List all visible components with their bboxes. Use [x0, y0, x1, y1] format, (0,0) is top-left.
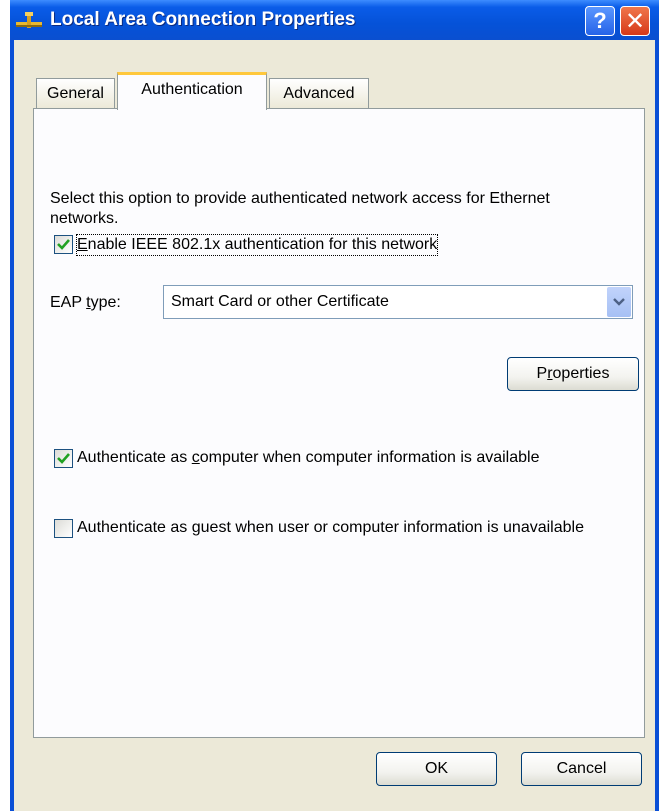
cancel-button[interactable]: Cancel [521, 752, 642, 786]
window-title: Local Area Connection Properties [50, 9, 356, 30]
close-icon: ✕ [624, 7, 646, 35]
enable-8021x-checkbox[interactable] [54, 235, 73, 254]
dropdown-button[interactable] [607, 287, 631, 317]
auth-as-guest-checkbox[interactable] [54, 519, 73, 538]
tab-authentication[interactable]: Authentication [117, 72, 267, 110]
help-icon: ? [593, 8, 607, 33]
eap-type-label: EAP type: [50, 294, 121, 311]
dialog-client-area: General Authentication Advanced Select t… [14, 40, 655, 811]
tab-general[interactable]: General [36, 78, 115, 108]
chevron-down-icon [613, 298, 625, 306]
description-text: Select this option to provide authentica… [50, 190, 550, 227]
properties-window: Local Area Connection Properties ? ✕ Gen… [10, 0, 659, 811]
auth-as-computer-label[interactable]: Authenticate as computer when computer i… [77, 448, 539, 468]
checkmark-icon [57, 453, 70, 464]
auth-as-computer-checkbox[interactable] [54, 449, 73, 468]
network-connection-icon [16, 12, 42, 28]
close-button[interactable]: ✕ [620, 6, 650, 36]
title-bar[interactable]: Local Area Connection Properties ? ✕ [10, 0, 659, 40]
help-button[interactable]: ? [585, 6, 615, 36]
eap-type-value: Smart Card or other Certificate [171, 293, 389, 310]
checkmark-icon [57, 239, 70, 250]
ok-button[interactable]: OK [376, 752, 497, 786]
enable-8021x-label[interactable]: Enable IEEE 802.1x authentication for th… [75, 234, 439, 256]
tab-authentication-label: Authentication [141, 81, 243, 98]
tab-advanced-label: Advanced [283, 84, 355, 102]
tab-general-label: General [47, 84, 104, 102]
auth-as-guest-label[interactable]: Authenticate as guest when user or compu… [77, 518, 597, 538]
authentication-panel: Select this option to provide authentica… [33, 108, 645, 738]
eap-type-select[interactable]: Smart Card or other Certificate [163, 285, 633, 319]
tab-advanced[interactable]: Advanced [269, 78, 369, 108]
properties-button[interactable]: Pr operties [507, 357, 639, 391]
